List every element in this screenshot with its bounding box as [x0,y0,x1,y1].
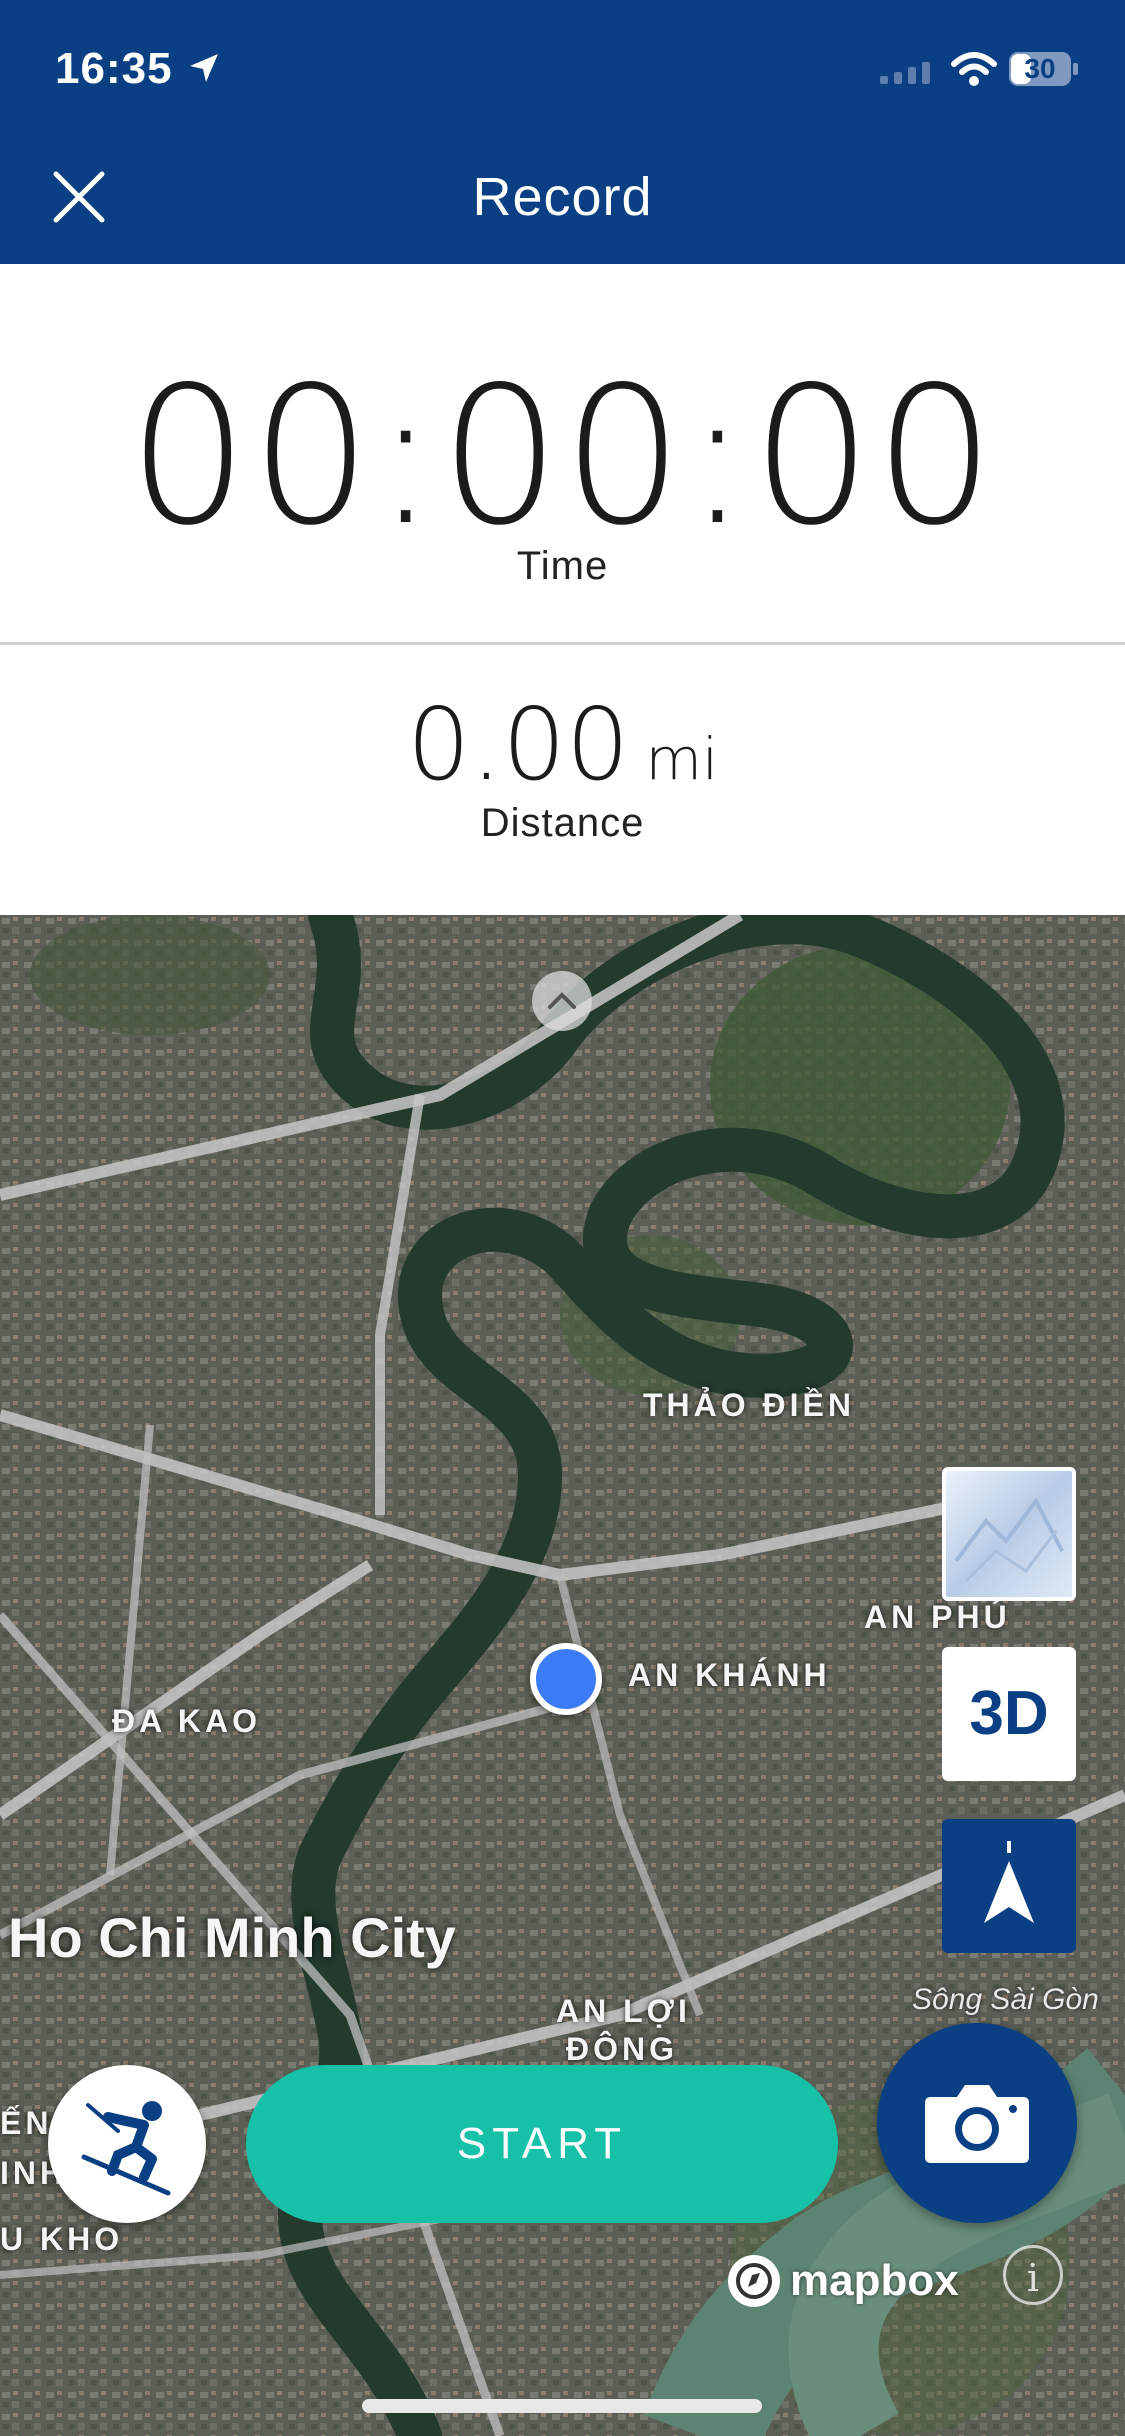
skier-icon [81,2101,171,2196]
mapbox-wordmark: mapbox [790,2256,959,2305]
mapbox-attribution[interactable]: mapbox [728,2249,959,2313]
map-label-edge-1: ẾN [0,2105,53,2141]
camera-icon [925,2085,1029,2163]
user-location-marker [530,1643,602,1715]
status-time: 16:35 [55,44,173,93]
header-bar: 16:35 30 Record [0,0,1125,264]
wifi-icon [951,52,997,86]
activity-type-button[interactable] [48,2065,206,2223]
map-label-an-loi: AN LỢI [556,1993,691,2029]
start-button[interactable]: START [246,2065,838,2223]
battery-level: 30 [1024,53,1056,84]
map-label-edge-3: U KHO [0,2221,124,2257]
chevron-up-icon [548,992,576,1009]
time-value: 00:00:00 [127,346,998,567]
3d-toggle-button[interactable]: 3D [942,1647,1076,1781]
info-button[interactable]: i [1003,2245,1063,2305]
distance-readout: 0.00 mi [0,695,1125,795]
location-arrow-icon [190,54,218,82]
map-label-da-kao: ĐA KAO [112,1703,262,1739]
camera-button[interactable] [877,2023,1077,2223]
satellite-map[interactable]: THẢO ĐIỀN AN PHÚ AN KHÁNH ĐA KAO Ho Chi … [0,915,1125,2436]
map-label-dong: ĐÔNG [566,2031,678,2067]
north-arrow-icon [984,1841,1034,1923]
signal-icon [880,62,930,84]
distance-value: 0.00 [406,686,630,803]
page-title: Record [472,167,653,227]
home-indicator [362,2399,762,2413]
collapse-map-button[interactable] [532,971,592,1031]
time-stat: 00:00:00 Time [0,264,1125,645]
map-label-an-khanh: AN KHÁNH [628,1657,831,1693]
compass-button[interactable] [942,1819,1076,1953]
distance-label: Distance [480,801,645,845]
map-label-thao-dien: THẢO ĐIỀN [643,1387,855,1423]
distance-stat: 0.00 mi Distance [0,645,1125,915]
time-label: Time [516,544,609,588]
battery-icon: 30 [1008,50,1080,88]
distance-unit: mi [645,725,719,793]
map-style-button[interactable] [942,1467,1076,1601]
terrain-thumbnail-icon [954,1497,1064,1583]
map-label-an-phu: AN PHÚ [864,1599,1011,1635]
map-label-song-sai-gon: Sông Sài Gòn [912,1983,1099,2016]
mapbox-logo-icon [728,2255,780,2307]
map-label-city: Ho Chi Minh City [8,1906,456,1969]
